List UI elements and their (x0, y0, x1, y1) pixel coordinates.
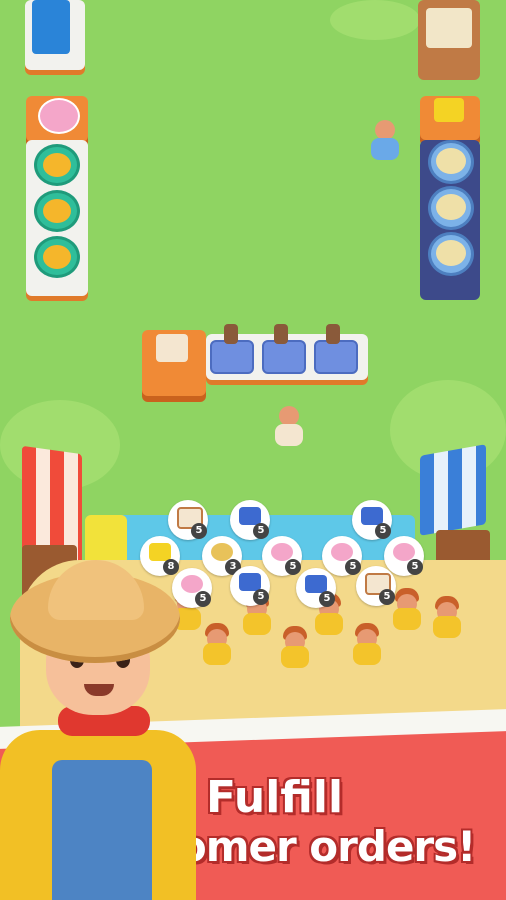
order-count: 5 (195, 591, 211, 607)
customer (350, 623, 384, 669)
pastry-icon (211, 543, 233, 561)
order-bubble: 5 (262, 536, 302, 576)
sewing-machine-icon (326, 324, 340, 344)
order-count: 5 (375, 523, 391, 539)
order-count: 8 (163, 559, 179, 575)
sewing-machine-icon (274, 324, 288, 344)
order-bubble: 5 (352, 500, 392, 540)
order-count: 5 (319, 591, 335, 607)
counter-end (85, 515, 127, 565)
order-bubble: 8 (140, 536, 180, 576)
order-bubble: 5 (230, 500, 270, 540)
shirt-icon[interactable] (314, 340, 358, 374)
player-character (272, 406, 306, 450)
order-count: 5 (345, 559, 361, 575)
order-bubble: 5 (322, 536, 362, 576)
worker-character (368, 120, 402, 164)
cake-icon (271, 543, 293, 561)
cream-pot[interactable] (428, 186, 474, 230)
cake-icon (393, 543, 415, 561)
order-bubble: 5 (172, 568, 212, 608)
customer (430, 596, 464, 642)
order-bubble: 5 (296, 568, 336, 608)
shirt-icon (239, 573, 261, 591)
shirt-icon (305, 575, 327, 593)
order-count: 5 (285, 559, 301, 575)
order-bubble: 5 (230, 566, 270, 606)
order-bubble: 5 (384, 536, 424, 576)
customer (200, 623, 234, 669)
order-count: 5 (253, 523, 269, 539)
cream-pot[interactable] (428, 232, 474, 276)
market-awning-blue (420, 444, 486, 536)
cake-icon (331, 543, 353, 561)
order-count: 5 (379, 589, 395, 605)
sewing-machine-icon (224, 324, 238, 344)
custard-pot[interactable] (34, 190, 80, 232)
cheese-icon (434, 98, 464, 122)
loom-thread (426, 8, 472, 48)
pie-icon (156, 334, 188, 362)
shirt-icon[interactable] (262, 340, 306, 374)
shirt-icon[interactable] (210, 340, 254, 374)
custard-pot[interactable] (34, 236, 80, 278)
order-count: 5 (253, 589, 269, 605)
cheese-icon (149, 543, 171, 561)
order-count: 5 (407, 559, 423, 575)
order-bubble: 5 (356, 566, 396, 606)
customer (278, 626, 312, 672)
bush (330, 0, 420, 40)
cake-icon (181, 575, 203, 593)
cream-pot[interactable] (428, 140, 474, 184)
banner-line-1: Fulfill (206, 772, 344, 823)
fabric-roll (32, 0, 70, 54)
custard-pot[interactable] (34, 144, 80, 186)
customer (390, 588, 424, 634)
cake-icon (38, 98, 80, 134)
farmer-overalls (52, 760, 152, 900)
shirt-icon (361, 507, 383, 525)
order-count: 5 (191, 523, 207, 539)
order-bubble: 5 (168, 500, 208, 540)
shirt-icon (239, 507, 261, 525)
